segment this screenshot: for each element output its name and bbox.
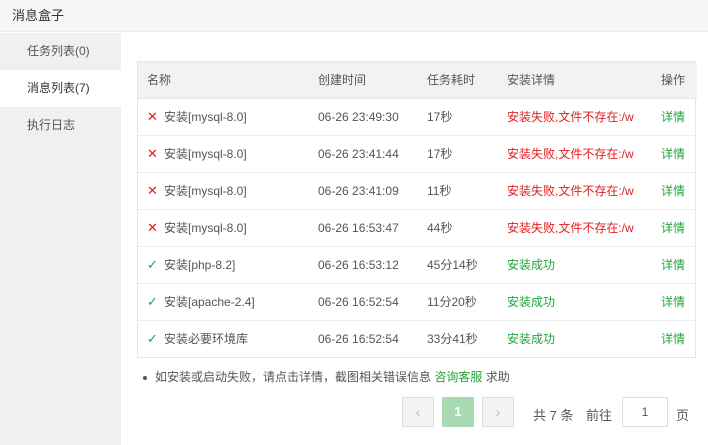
help-note-text: 如安装或启动失败，请点击详情，截图相关错误信息 [155, 370, 432, 384]
detail-link[interactable]: 详情 [661, 332, 685, 346]
help-note: 如安装或启动失败，请点击详情，截图相关错误信息 咨询客服 求助 [143, 368, 510, 385]
cell-duration: 44秒 [418, 208, 498, 246]
window-titlebar: 消息盒子 [0, 0, 708, 32]
error-x-icon: ✕ [147, 146, 158, 161]
error-x-icon: ✕ [147, 220, 158, 235]
task-name: 安装[php-8.2] [164, 258, 236, 272]
column-header-time: 创建时间 [309, 62, 418, 99]
detail-link[interactable]: 详情 [661, 147, 685, 161]
bullet-icon [143, 375, 147, 380]
table-header-row: 名称 创建时间 任务耗时 安装详情 操作 [138, 62, 697, 99]
table-row: ✓ 安装[apache-2.4] 06-26 16:52:54 11分20秒 安装成功详… [138, 282, 697, 320]
cell-name: ✕ 安装[mysql-8.0] [138, 208, 309, 246]
cell-time: 06-26 16:53:12 [309, 245, 418, 283]
cell-operation: 详情 [652, 245, 697, 283]
cell-detail: 安装失败,文件不存在:/w [507, 110, 634, 124]
cell-detail: 安装失败,文件不存在:/w [498, 208, 652, 246]
table-row: ✕ 安装[mysql-8.0] 06-26 23:41:44 17秒 安装失败,文件不存… [138, 134, 697, 172]
cell-duration: 11秒 [418, 171, 498, 209]
sidebar-item-execution-log[interactable]: 执行日志 [0, 107, 121, 144]
total-count: 共 7 条 [533, 408, 574, 423]
task-name: 安装[mysql-8.0] [164, 221, 247, 235]
cell-detail: 安装成功 [498, 245, 652, 283]
cell-duration: 45分14秒 [418, 245, 498, 283]
success-check-icon: ✓ [147, 257, 158, 272]
task-name: 安装必要环境库 [164, 332, 249, 347]
cell-time: 06-26 23:41:44 [309, 134, 418, 172]
success-check-icon: ✓ [147, 294, 158, 309]
prev-page-button[interactable]: ‹ [402, 397, 434, 427]
table-row: ✕ 安装[mysql-8.0] 06-26 23:49:30 17秒 安装失败,文件不存… [138, 98, 697, 135]
task-name: 安装[mysql-8.0] [164, 110, 247, 124]
cell-detail: 安装失败,文件不存在:/w [498, 134, 652, 172]
sidebar-item-task-list[interactable]: 任务列表(0) [0, 33, 121, 70]
cell-operation: 详情 [652, 319, 697, 357]
cell-detail: 安装成功 [498, 319, 652, 357]
window-title: 消息盒子 [12, 8, 65, 23]
cell-time: 06-26 23:49:30 [318, 109, 399, 124]
detail-link[interactable]: 详情 [661, 110, 685, 124]
sidebar: 任务列表(0) 消息列表(7) 执行日志 [0, 33, 121, 445]
message-table: 名称 创建时间 任务耗时 安装详情 操作 ✕ 安装[mysql-8.0] 06-26… [137, 61, 697, 358]
cell-name: ✕ 安装[mysql-8.0] [138, 98, 309, 135]
cell-duration: 17秒 [418, 134, 498, 172]
detail-link[interactable]: 详情 [661, 221, 685, 235]
table-row: ✕ 安装[mysql-8.0] 06-26 23:41:09 11秒 安装失败,文件不存… [138, 171, 697, 209]
cell-operation: 详情 [652, 282, 697, 320]
goto-page-input[interactable] [622, 397, 668, 427]
help-note-suffix: 求助 [485, 370, 510, 384]
cell-time: 06-26 23:41:09 [309, 171, 418, 209]
cell-name: ✓ 安装[php-8.2] [138, 245, 309, 283]
cell-name: ✓ 安装[apache-2.4] [138, 282, 309, 320]
column-header-duration: 任务耗时 [418, 62, 498, 99]
task-name: 安装[apache-2.4] [164, 295, 255, 309]
cell-name: ✓ 安装必要环境库 [138, 319, 309, 357]
task-name: 安装[mysql-8.0] [164, 147, 247, 161]
cell-time: 06-26 16:52:54 [309, 282, 418, 320]
success-check-icon: ✓ [147, 331, 158, 347]
contact-support-link[interactable]: 咨询客服 [434, 370, 482, 384]
cell-operation: 详情 [652, 208, 697, 246]
cell-duration: 33分41秒 [418, 319, 498, 357]
table-row: ✕ 安装[mysql-8.0] 06-26 16:53:47 44秒 安装失败,文件不存… [138, 208, 697, 246]
table-row: ✓ 安装必要环境库 06-26 16:52:54 33分41秒 安装成功 详情 [138, 319, 697, 357]
detail-link[interactable]: 详情 [661, 184, 685, 198]
cell-operation: 详情 [652, 134, 697, 172]
task-name: 安装[mysql-8.0] [164, 184, 247, 198]
page-1-button[interactable]: 1 [442, 397, 474, 427]
error-x-icon: ✕ [147, 109, 158, 124]
cell-operation: 详情 [652, 98, 697, 135]
cell-name: ✕ 安装[mysql-8.0] [138, 134, 309, 172]
table-row: ✓ 安装[php-8.2] 06-26 16:53:12 45分14秒 安装成功 详情 [138, 245, 697, 283]
goto-label: 前往 [586, 408, 613, 423]
detail-link[interactable]: 详情 [661, 295, 685, 309]
column-header-detail: 安装详情 [498, 62, 652, 99]
cell-time: 06-26 16:53:47 [309, 208, 418, 246]
error-x-icon: ✕ [147, 183, 158, 198]
cell-duration: 17秒 [427, 110, 453, 124]
cell-time: 06-26 16:52:54 [309, 319, 418, 357]
detail-link[interactable]: 详情 [661, 258, 685, 272]
cell-detail: 安装成功 [498, 282, 652, 320]
page-unit-label: 页 [676, 408, 690, 423]
column-header-name: 名称 [138, 62, 309, 99]
cell-duration: 11分20秒 [418, 282, 498, 320]
cell-name: ✕ 安装[mysql-8.0] [138, 171, 309, 209]
column-header-operation: 操作 [652, 62, 697, 99]
cell-operation: 详情 [652, 171, 697, 209]
cell-detail: 安装失败,文件不存在:/w [498, 171, 652, 209]
next-page-button[interactable]: › [482, 397, 514, 427]
sidebar-item-message-list[interactable]: 消息列表(7) [0, 70, 121, 107]
